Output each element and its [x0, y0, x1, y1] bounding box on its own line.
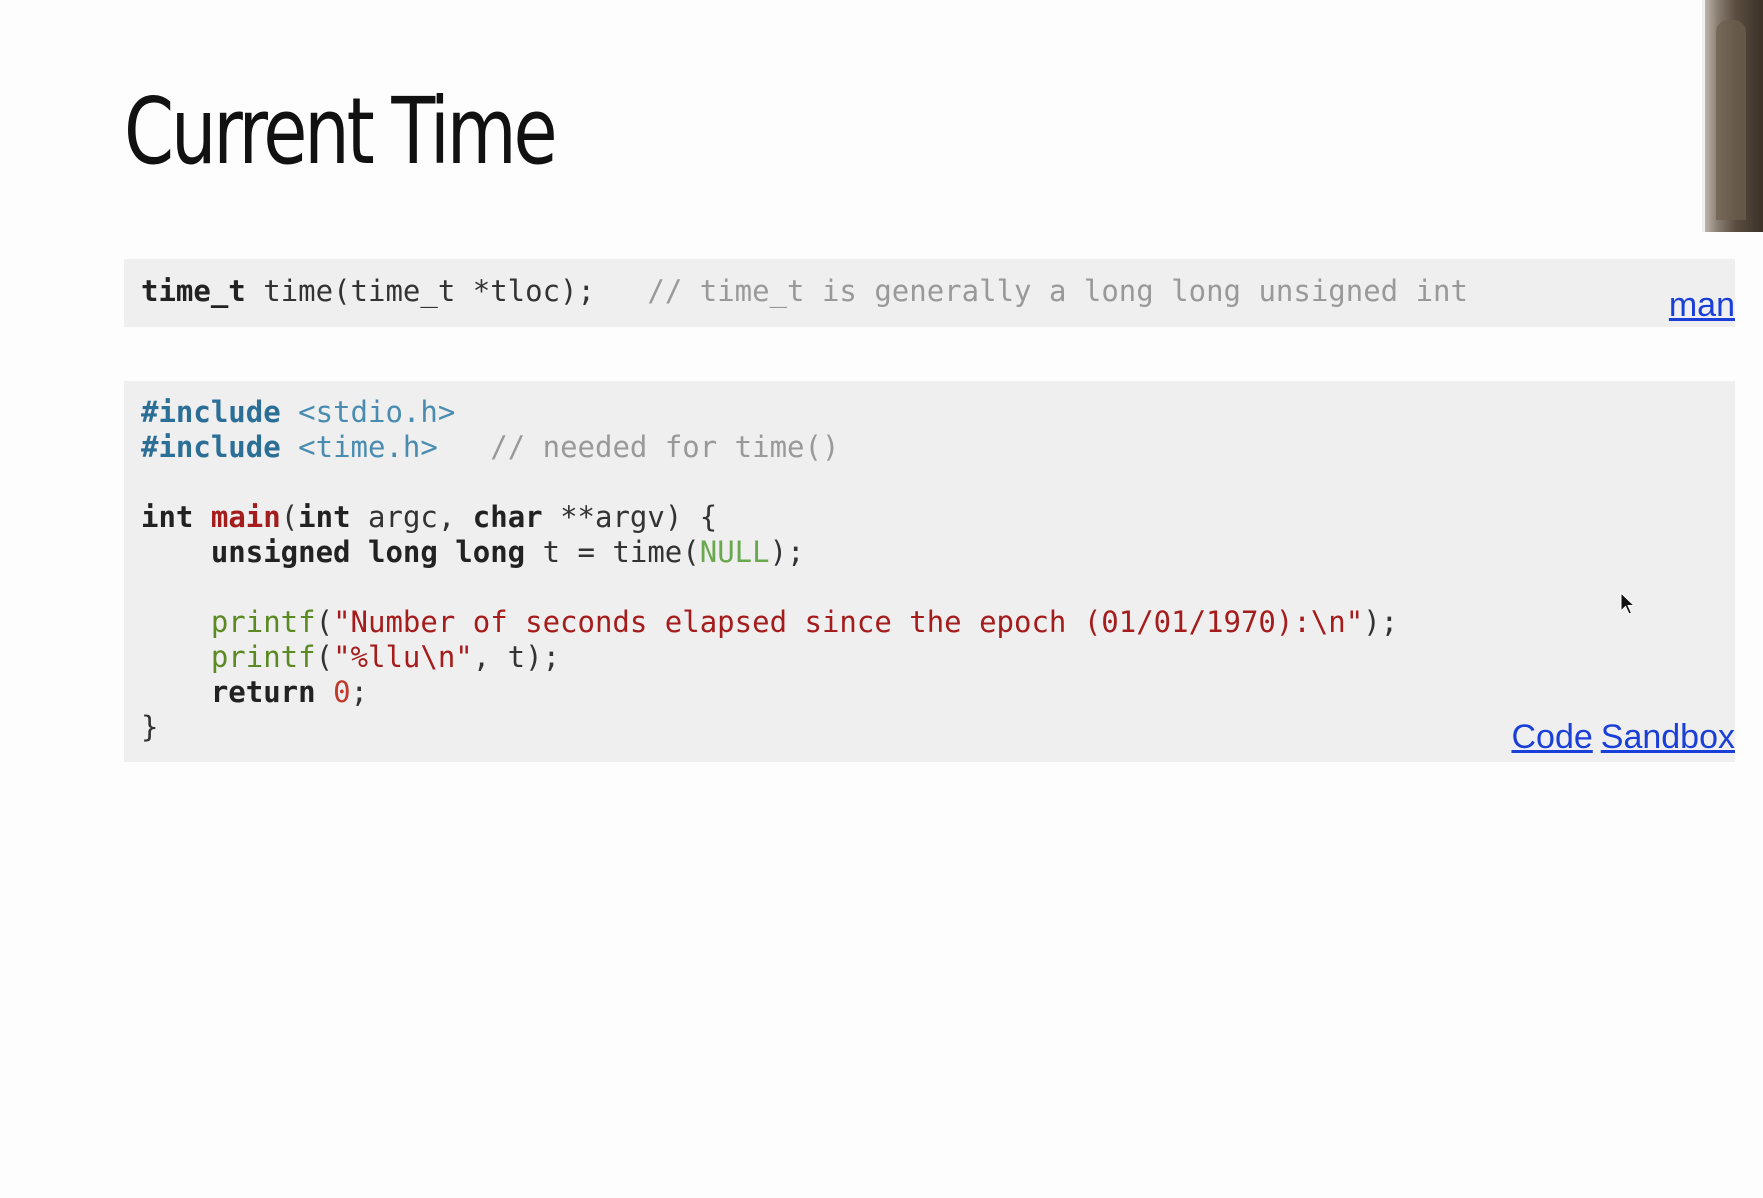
code-text: argc, [350, 500, 473, 534]
printf-call: printf [210, 640, 316, 674]
webcam-person [1716, 20, 1746, 220]
include-directive: #include [141, 430, 281, 464]
main-function-name: main [210, 500, 281, 534]
code-links: Code Sandbox [1503, 718, 1735, 757]
printf-call: printf [210, 605, 316, 639]
code-text: ( [280, 500, 299, 534]
signature-return-type: time_t [141, 274, 246, 308]
closing-brace: } [141, 710, 159, 744]
keyword-return: return [210, 675, 316, 709]
webcam-thumbnail [1702, 0, 1763, 232]
code-text: ; [350, 675, 369, 709]
code-text: ); [769, 535, 805, 569]
signature-func-name: time [263, 274, 334, 308]
man-page-link[interactable]: man [1669, 286, 1735, 325]
webcam-border [1702, 0, 1705, 232]
include-header: <stdio.h> [298, 395, 456, 429]
signature-args: (time_t *tloc); [333, 274, 595, 308]
signature-code: time_t time(time_t *tloc); // time_t is … [141, 274, 1468, 309]
string-literal: "%llu\n" [333, 640, 473, 674]
program-code-block: #include <stdio.h> #include <time.h> // … [124, 381, 1735, 762]
null-constant: NULL [699, 535, 770, 569]
code-text: , t); [472, 640, 561, 674]
program-code: #include <stdio.h> #include <time.h> // … [141, 395, 1398, 745]
number-literal: 0 [333, 675, 351, 709]
signature-comment: // time_t is generally a long long unsig… [647, 274, 1468, 308]
keyword-int: int [141, 500, 194, 534]
keyword-type: unsigned long long [210, 535, 526, 569]
include-directive: #include [141, 395, 281, 429]
keyword-char: char [472, 500, 543, 534]
slide-title: Current Time [124, 78, 558, 185]
code-text: t = time( [525, 535, 700, 569]
code-link[interactable]: Code [1511, 718, 1592, 756]
code-text: ( [315, 605, 334, 639]
keyword-int: int [298, 500, 351, 534]
signature-code-block: time_t time(time_t *tloc); // time_t is … [124, 259, 1735, 327]
include-comment: // needed for time() [490, 430, 840, 464]
code-text: ); [1363, 605, 1399, 639]
include-header: <time.h> [298, 430, 438, 464]
string-literal: "Number of seconds elapsed since the epo… [333, 605, 1364, 639]
code-text: **argv) { [542, 500, 718, 534]
mouse-pointer-icon [1620, 592, 1636, 615]
sandbox-link[interactable]: Sandbox [1601, 718, 1735, 756]
code-text: ( [315, 640, 334, 674]
